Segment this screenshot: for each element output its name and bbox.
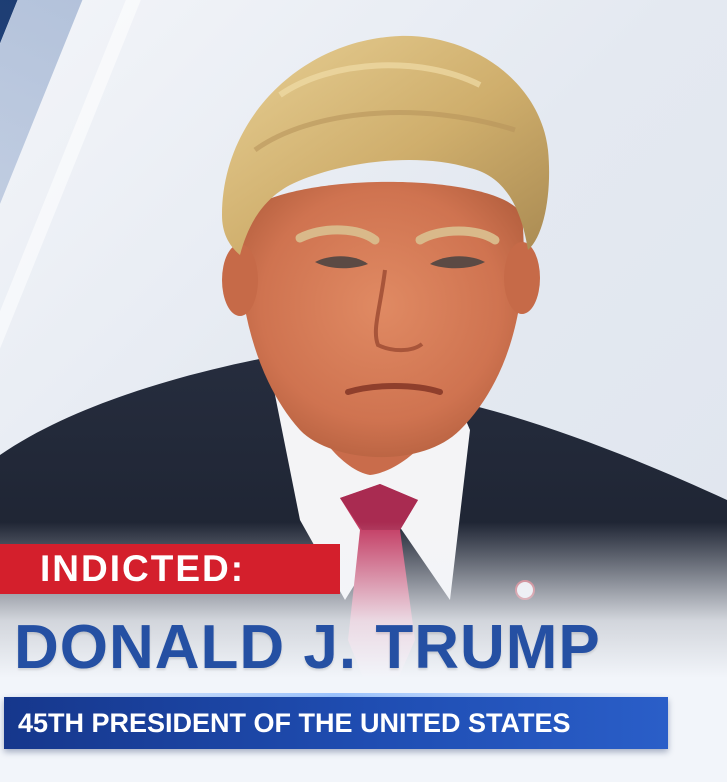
subtitle-bar: 45TH PRESIDENT OF THE UNITED STATES: [4, 697, 668, 749]
ear-right: [504, 242, 540, 314]
indicted-tag: INDICTED:: [0, 544, 340, 594]
headline-name: DONALD J. TRUMP: [14, 613, 601, 682]
news-graphic: INDICTED: DONALD J. TRUMP 45TH PRESIDENT…: [0, 0, 727, 782]
